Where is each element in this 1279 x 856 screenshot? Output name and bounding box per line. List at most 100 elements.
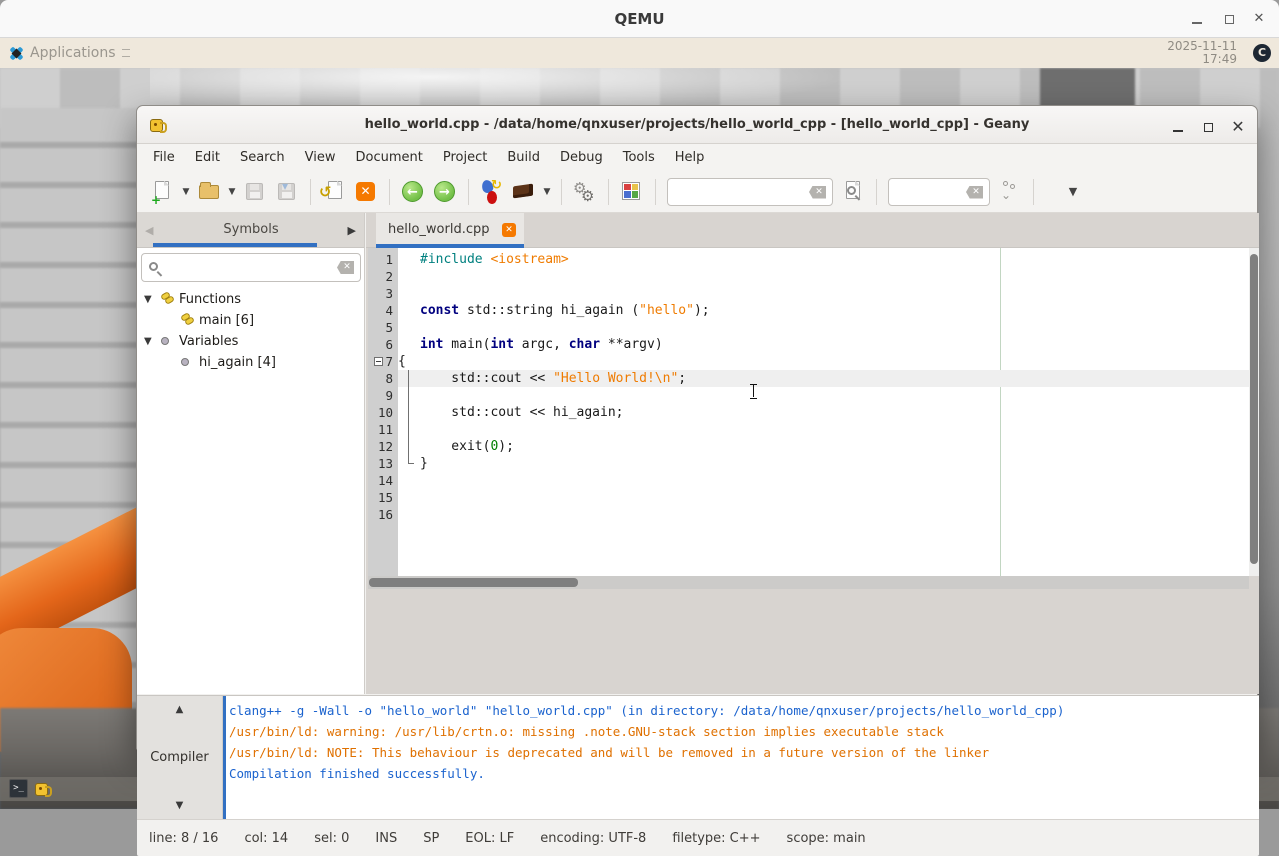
close-document-button[interactable]: ✕ [353,179,379,205]
status-line: line: 8 / 16 [149,830,219,846]
code-line-3[interactable]: 3 [368,285,1249,302]
qemu-titlebar[interactable]: QEMU ✕ [0,0,1279,38]
clear-search-icon[interactable]: ✕ [809,185,826,199]
compile-button[interactable]: ↻ [479,178,505,205]
tree-item-hi_again[interactable]: hi_again [4] [137,352,364,373]
code-line-2[interactable]: 2 [368,268,1249,285]
code-line-7[interactable]: 7{ [368,353,1249,370]
tree-item-main[interactable]: main [6] [137,310,364,331]
qemu-minimize-button[interactable] [1189,12,1205,28]
code-line-5[interactable]: 5 [368,319,1249,336]
overflow-menu-button[interactable]: ▼ [1067,185,1079,198]
goto-line-button[interactable]: ⌄ [997,179,1023,205]
vertical-scrollbar-thumb[interactable] [1250,254,1258,564]
line-number: 2 [385,269,393,284]
nav-back-button[interactable]: ← [400,179,426,205]
symbols-tree: ▼ Functions main [6] ▼ Variables hi_again [4] [137,289,364,373]
message-tab-scroll-down-icon[interactable]: ▼ [137,800,222,811]
geany-close-button[interactable]: ✕ [1229,117,1247,136]
menu-project[interactable]: Project [433,146,497,169]
tab-hello-world-cpp[interactable]: hello_world.cpp ✕ [376,213,524,248]
menu-tools[interactable]: Tools [613,146,665,169]
applications-logo-icon[interactable] [8,45,25,62]
menu-build[interactable]: Build [497,146,550,169]
code-line-1[interactable]: 1 #include <iostream> [368,251,1249,268]
code-line-4[interactable]: 4 const std::string hi_again ("hello"); [368,302,1249,319]
code-line-8[interactable]: 8 std::cout << "Hello World!\n"; [368,370,1249,387]
code-line-13[interactable]: 13} [368,455,1249,472]
hamburger-icon [122,49,130,57]
menu-document[interactable]: Document [345,146,432,169]
fold-margin [398,285,420,302]
horizontal-scrollbar-thumb[interactable] [369,578,578,587]
compiler-message[interactable]: Compilation finished successfully. [229,763,1257,784]
run-button[interactable]: ⚙ ⚙ [572,179,598,205]
search-icon [149,262,158,271]
geany-titlebar[interactable]: hello_world.cpp - /data/home/qnxuser/pro… [137,106,1257,144]
tab-compiler[interactable]: Compiler [137,750,222,765]
build-button[interactable] [511,179,537,205]
code-editor[interactable]: 1 #include <iostream> 2 3 4 const std::string… [368,248,1249,576]
applications-menu[interactable]: Applications [30,45,116,61]
expander-icon[interactable]: ▼ [144,336,152,347]
code-line-16[interactable]: 16 [368,506,1249,523]
panel-clock[interactable]: 2025-11-11 17:49 [1167,40,1237,66]
fold-marker-open[interactable] [374,357,383,366]
horizontal-scrollbar[interactable] [368,576,1249,589]
tree-item-functions[interactable]: ▼ Functions [137,289,364,310]
sidebar-tab-scroll-right-icon[interactable]: ▶ [348,224,356,237]
qemu-maximize-button[interactable] [1221,12,1237,28]
goto-line-input[interactable]: ✕ [888,177,990,206]
compiler-message[interactable]: /usr/bin/ld: warning: /usr/lib/crtn.o: m… [229,721,1257,742]
fold-marker-line [398,421,420,438]
tab-close-icon[interactable]: ✕ [502,223,516,237]
code-line-12[interactable]: 12 exit(0); [368,438,1249,455]
code-line-14[interactable]: 14 [368,472,1249,489]
save-all-button[interactable]: ▾ [274,179,300,205]
menu-debug[interactable]: Debug [550,146,613,169]
code-rows: 1 #include <iostream> 2 3 4 const std::string… [368,251,1249,523]
nav-forward-button[interactable]: → [432,179,458,205]
tree-item-variables[interactable]: ▼ Variables [137,331,364,352]
function-icon [160,291,175,305]
open-file-dropdown[interactable]: ▼ [226,187,238,197]
build-dropdown[interactable]: ▼ [541,187,553,197]
status-scope: scope: main [786,830,866,846]
menu-file[interactable]: File [143,146,185,169]
symbols-search-input[interactable]: ✕ [141,253,361,282]
code-line-11[interactable]: 11 [368,421,1249,438]
revert-button[interactable]: ↺ [319,179,347,205]
geany-maximize-button[interactable] [1199,117,1217,133]
code-text: #include <iostream> [420,252,569,267]
message-tab-scroll-up-icon[interactable]: ▲ [137,704,222,715]
compiler-message[interactable]: clang++ -g -Wall -o "hello_world" "hello… [229,700,1257,721]
qemu-close-button[interactable]: ✕ [1251,12,1267,28]
clear-symbols-search-icon[interactable]: ✕ [337,261,354,274]
find-button[interactable] [840,179,866,205]
code-line-6[interactable]: 6 int main(int argc, char **argv) [368,336,1249,353]
toolbar-separator [655,178,656,205]
menu-help[interactable]: Help [665,146,715,169]
panel-status-icon[interactable]: C [1253,44,1271,62]
clear-goto-icon[interactable]: ✕ [966,185,983,199]
code-line-9[interactable]: 9 [368,387,1249,404]
geany-minimize-button[interactable] [1169,117,1187,133]
new-file-dropdown[interactable]: ▼ [180,187,192,197]
code-line-10[interactable]: 10 std::cout << hi_again; [368,404,1249,421]
expander-icon[interactable]: ▼ [144,294,152,305]
geany-taskbar-icon[interactable] [33,779,52,798]
code-line-15[interactable]: 15 [368,489,1249,506]
compiler-output[interactable]: clang++ -g -Wall -o "hello_world" "hello… [229,700,1257,784]
color-chooser-button[interactable] [619,179,645,205]
open-file-button[interactable] [196,179,222,205]
terminal-icon[interactable]: >_ [9,779,28,798]
toolbar-search-input[interactable]: ✕ [667,177,833,206]
menu-search[interactable]: Search [230,146,295,169]
compiler-message[interactable]: /usr/bin/ld: NOTE: This behaviour is dep… [229,742,1257,763]
menu-edit[interactable]: Edit [185,146,230,169]
new-file-button[interactable]: + [150,179,176,206]
menu-view[interactable]: View [295,146,346,169]
vertical-scrollbar[interactable] [1249,248,1259,576]
code-text: int main(int argc, char **argv) [420,337,663,352]
save-button[interactable] [242,179,268,205]
